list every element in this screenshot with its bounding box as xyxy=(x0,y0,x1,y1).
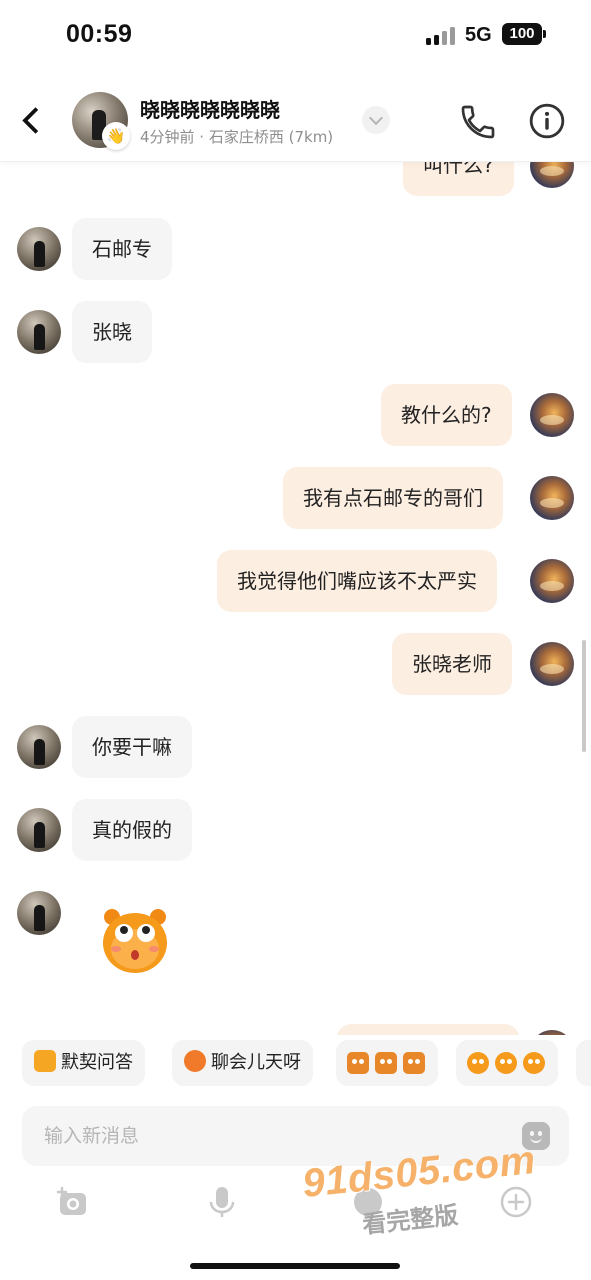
signal-icon xyxy=(426,27,456,45)
pencil-note-icon xyxy=(34,1050,56,1072)
message-bubble-theirs[interactable]: 张晓 xyxy=(72,301,152,363)
surprised-face-sticker[interactable] xyxy=(100,903,170,975)
sticker-icon xyxy=(103,909,167,973)
contact-avatar-small[interactable] xyxy=(17,227,61,271)
chat-face-icon xyxy=(184,1050,206,1072)
contact-status: 4分钟前 · 石家庄桥西 (7km) xyxy=(140,128,334,146)
my-avatar[interactable] xyxy=(530,393,574,437)
phone-icon xyxy=(461,105,495,139)
info-icon xyxy=(529,103,565,139)
quick-reply-more[interactable] xyxy=(576,1040,591,1086)
camera-icon xyxy=(56,1186,86,1215)
battery-icon: 100 xyxy=(502,23,546,45)
message-bubble-mine[interactable]: 教什么的? xyxy=(381,384,512,446)
chat-header: 👋 晓晓晓晓晓晓晓 4分钟前 · 石家庄桥西 (7km) xyxy=(0,80,591,162)
back-button[interactable] xyxy=(18,100,48,140)
chevron-down-icon[interactable] xyxy=(362,106,390,134)
my-avatar[interactable] xyxy=(530,476,574,520)
sticker-icon xyxy=(403,1052,425,1074)
message-bubble-theirs[interactable]: 真的假的 xyxy=(72,799,192,861)
my-avatar[interactable] xyxy=(530,1030,574,1035)
my-avatar[interactable] xyxy=(530,642,574,686)
quick-reply-tacit-quiz[interactable]: 默契问答 xyxy=(22,1040,145,1086)
scrollbar[interactable] xyxy=(582,640,586,752)
home-indicator[interactable] xyxy=(190,1263,400,1269)
add-button[interactable] xyxy=(498,1184,538,1224)
message-bubble-mine[interactable]: 我觉得他们嘴应该不太严实 xyxy=(217,550,497,612)
sticker-icon xyxy=(467,1052,489,1074)
my-avatar[interactable] xyxy=(530,559,574,603)
message-bubble-theirs[interactable]: 石邮专 xyxy=(72,218,172,280)
chat-screen: 00:59 5G 100 👋 晓晓晓晓晓晓晓 4分钟前 · 石家庄桥西 (7km… xyxy=(0,0,591,1280)
quick-reply-sticker-set-1[interactable] xyxy=(336,1040,438,1086)
quick-reply-label: 聊会儿天呀 xyxy=(211,1052,301,1073)
phone-call-button[interactable] xyxy=(458,102,498,142)
sticker-icon xyxy=(495,1052,517,1074)
status-bar: 00:59 5G 100 xyxy=(0,0,591,70)
sticker-icon xyxy=(523,1052,545,1074)
message-bubble-theirs[interactable]: 你要干嘛 xyxy=(72,716,192,778)
contact-avatar-small[interactable] xyxy=(17,808,61,852)
quick-reply-sticker-set-2[interactable] xyxy=(456,1040,558,1086)
quick-reply-bar: 默契问答 聊会儿天呀 xyxy=(0,1038,591,1090)
sticker-icon xyxy=(347,1052,369,1074)
contact-avatar-small[interactable] xyxy=(17,310,61,354)
message-bubble-mine[interactable]: 我有点石邮专的哥们 xyxy=(283,467,503,529)
wave-hand-icon: 👋 xyxy=(102,122,130,150)
microphone-icon xyxy=(209,1187,235,1217)
voice-button[interactable] xyxy=(204,1184,244,1224)
network-label: 5G xyxy=(465,24,492,46)
quick-reply-chat[interactable]: 聊会儿天呀 xyxy=(172,1040,313,1086)
message-list[interactable]: 叫什么? 石邮专 张晓 教什么的? 我有点石邮专的哥们 我觉得他们嘴应该不太严实… xyxy=(0,140,591,1035)
plus-circle-icon xyxy=(500,1186,532,1218)
contact-avatar-small[interactable] xyxy=(17,891,61,935)
contact-avatar-small[interactable] xyxy=(17,725,61,769)
status-time: 00:59 xyxy=(66,20,133,48)
camera-button[interactable] xyxy=(56,1184,96,1224)
quick-reply-label: 默契问答 xyxy=(61,1052,133,1073)
info-button[interactable] xyxy=(528,102,566,140)
message-bubble-mine[interactable] xyxy=(337,1024,519,1035)
message-bubble-mine[interactable]: 张晓老师 xyxy=(392,633,512,695)
sticker-icon xyxy=(375,1052,397,1074)
contact-name[interactable]: 晓晓晓晓晓晓晓 xyxy=(140,94,280,123)
